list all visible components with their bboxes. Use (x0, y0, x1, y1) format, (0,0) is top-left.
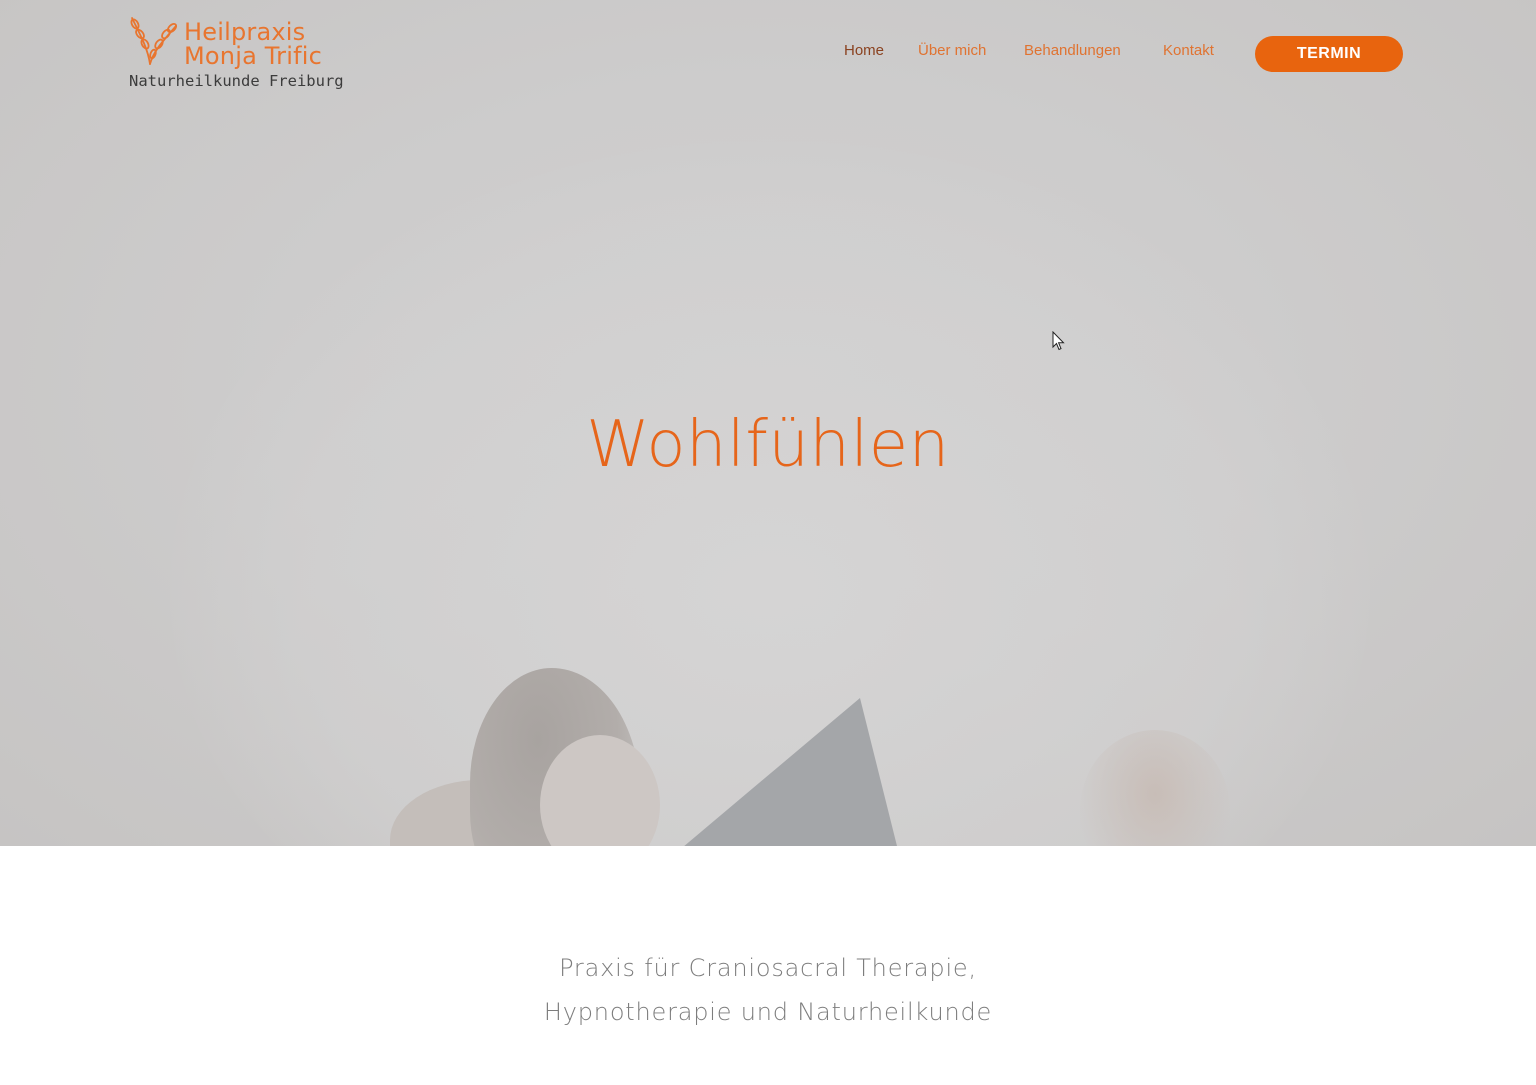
nav-item-home[interactable]: Home (844, 42, 884, 59)
logo-subtitle: Naturheilkunde Freiburg (129, 72, 344, 90)
nav-item-treatments[interactable]: Behandlungen (1024, 42, 1121, 59)
mouse-pointer-icon (1052, 331, 1065, 351)
intro-line-2: Hypnotherapie und Naturheilkunde (543, 998, 993, 1026)
logo-name-line2: Monja Trific (184, 42, 322, 70)
nav-item-contact[interactable]: Kontakt (1163, 42, 1214, 59)
site-logo[interactable]: Heilpraxis Monja Trific Naturheilkunde F… (128, 14, 344, 94)
hero-section: Heilpraxis Monja Trific Naturheilkunde F… (0, 0, 1536, 846)
nav-item-about[interactable]: Über mich (918, 42, 986, 59)
leaf-branch-icon (130, 17, 178, 65)
appointment-button[interactable]: TERMIN (1255, 36, 1403, 72)
hero-title: Wohlfühlen (586, 408, 950, 482)
intro-section: Praxis für Craniosacral Therapie, Hypnot… (0, 946, 1536, 1034)
logo-name-line1: Heilpraxis (184, 18, 306, 46)
hero-photo-cushion (670, 698, 900, 846)
intro-line-1: Praxis für Craniosacral Therapie, (559, 954, 977, 982)
